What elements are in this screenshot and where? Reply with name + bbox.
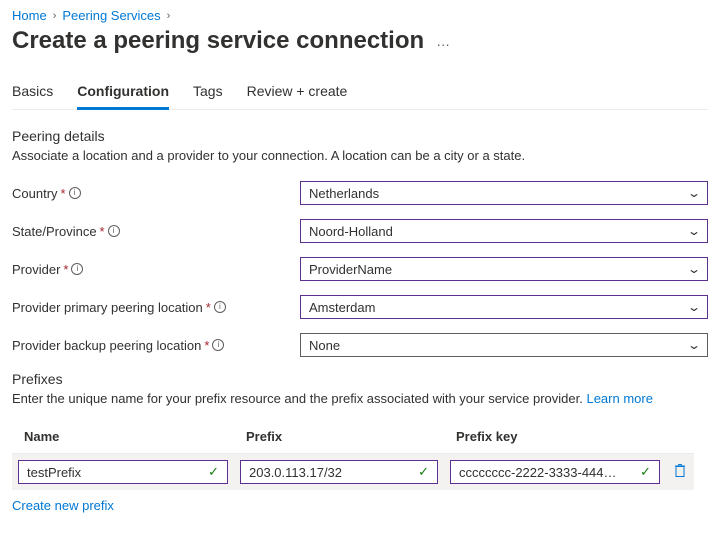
required-icon: * xyxy=(204,338,209,353)
delete-icon[interactable] xyxy=(673,463,687,482)
provider-value: ProviderName xyxy=(309,262,392,277)
chevron-down-icon: ⌄ xyxy=(687,224,701,238)
state-label-text: State/Province xyxy=(12,224,97,239)
check-icon: ✓ xyxy=(640,464,651,480)
state-select[interactable]: Noord-Holland ⌄ xyxy=(300,219,708,243)
prefix-value: 203.0.113.17/32 xyxy=(249,465,342,480)
backup-location-value: None xyxy=(309,338,340,353)
create-new-prefix-link[interactable]: Create new prefix xyxy=(12,498,114,513)
info-icon[interactable]: i xyxy=(214,301,226,313)
country-label: Country * i xyxy=(12,186,300,201)
country-value: Netherlands xyxy=(309,186,379,201)
required-icon: * xyxy=(100,224,105,239)
tab-configuration[interactable]: Configuration xyxy=(77,83,169,110)
provider-label-text: Provider xyxy=(12,262,60,277)
prefixes-table: Name Prefix Prefix key testPrefix ✓ 203.… xyxy=(12,420,694,490)
required-icon: * xyxy=(206,300,211,315)
provider-select[interactable]: ProviderName ⌄ xyxy=(300,257,708,281)
breadcrumb: Home › Peering Services › xyxy=(12,8,708,23)
col-prefix-header: Prefix xyxy=(234,420,444,454)
col-name-header: Name xyxy=(12,420,234,454)
chevron-down-icon: ⌄ xyxy=(687,300,701,314)
primary-location-label-text: Provider primary peering location xyxy=(12,300,203,315)
chevron-down-icon: ⌄ xyxy=(687,186,701,200)
info-icon[interactable]: i xyxy=(108,225,120,237)
tab-tags[interactable]: Tags xyxy=(193,83,223,109)
primary-location-value: Amsterdam xyxy=(309,300,375,315)
prefix-key-input[interactable]: cccccccc-2222-3333-4444-d... ✓ xyxy=(450,460,660,484)
info-icon[interactable]: i xyxy=(71,263,83,275)
peering-details-heading: Peering details xyxy=(12,128,708,144)
required-icon: * xyxy=(61,186,66,201)
country-select[interactable]: Netherlands ⌄ xyxy=(300,181,708,205)
chevron-down-icon: ⌄ xyxy=(687,262,701,276)
tab-basics[interactable]: Basics xyxy=(12,83,53,109)
backup-location-label: Provider backup peering location * i xyxy=(12,338,300,353)
breadcrumb-peering-services[interactable]: Peering Services xyxy=(62,8,160,23)
chevron-down-icon: ⌄ xyxy=(687,338,701,352)
backup-location-label-text: Provider backup peering location xyxy=(12,338,201,353)
state-label: State/Province * i xyxy=(12,224,300,239)
prefixes-heading: Prefixes xyxy=(12,371,708,387)
check-icon: ✓ xyxy=(418,464,429,480)
peering-details-desc: Associate a location and a provider to y… xyxy=(12,148,708,163)
tab-bar: Basics Configuration Tags Review + creat… xyxy=(12,83,708,110)
prefixes-desc-text: Enter the unique name for your prefix re… xyxy=(12,391,586,406)
provider-label: Provider * i xyxy=(12,262,300,277)
page-title-row: Create a peering service connection … xyxy=(12,27,708,55)
required-icon: * xyxy=(63,262,68,277)
prefix-row: testPrefix ✓ 203.0.113.17/32 ✓ cccccccc-… xyxy=(12,454,694,491)
chevron-right-icon: › xyxy=(53,10,57,22)
info-icon[interactable]: i xyxy=(212,339,224,351)
check-icon: ✓ xyxy=(208,464,219,480)
prefix-name-value: testPrefix xyxy=(27,465,81,480)
table-header-row: Name Prefix Prefix key xyxy=(12,420,694,454)
col-key-header: Prefix key xyxy=(444,420,666,454)
info-icon[interactable]: i xyxy=(69,187,81,199)
prefix-value-input[interactable]: 203.0.113.17/32 ✓ xyxy=(240,460,438,484)
learn-more-link[interactable]: Learn more xyxy=(586,391,652,406)
breadcrumb-home[interactable]: Home xyxy=(12,8,47,23)
country-label-text: Country xyxy=(12,186,58,201)
prefix-name-input[interactable]: testPrefix ✓ xyxy=(18,460,228,484)
backup-location-select[interactable]: None ⌄ xyxy=(300,333,708,357)
state-value: Noord-Holland xyxy=(309,224,393,239)
more-options-icon[interactable]: … xyxy=(436,33,451,49)
prefixes-desc: Enter the unique name for your prefix re… xyxy=(12,391,708,406)
chevron-right-icon: › xyxy=(167,10,171,22)
primary-location-select[interactable]: Amsterdam ⌄ xyxy=(300,295,708,319)
primary-location-label: Provider primary peering location * i xyxy=(12,300,300,315)
tab-review-create[interactable]: Review + create xyxy=(247,83,348,109)
prefix-key-value: cccccccc-2222-3333-4444-d... xyxy=(459,465,621,480)
page-title: Create a peering service connection xyxy=(12,27,424,55)
